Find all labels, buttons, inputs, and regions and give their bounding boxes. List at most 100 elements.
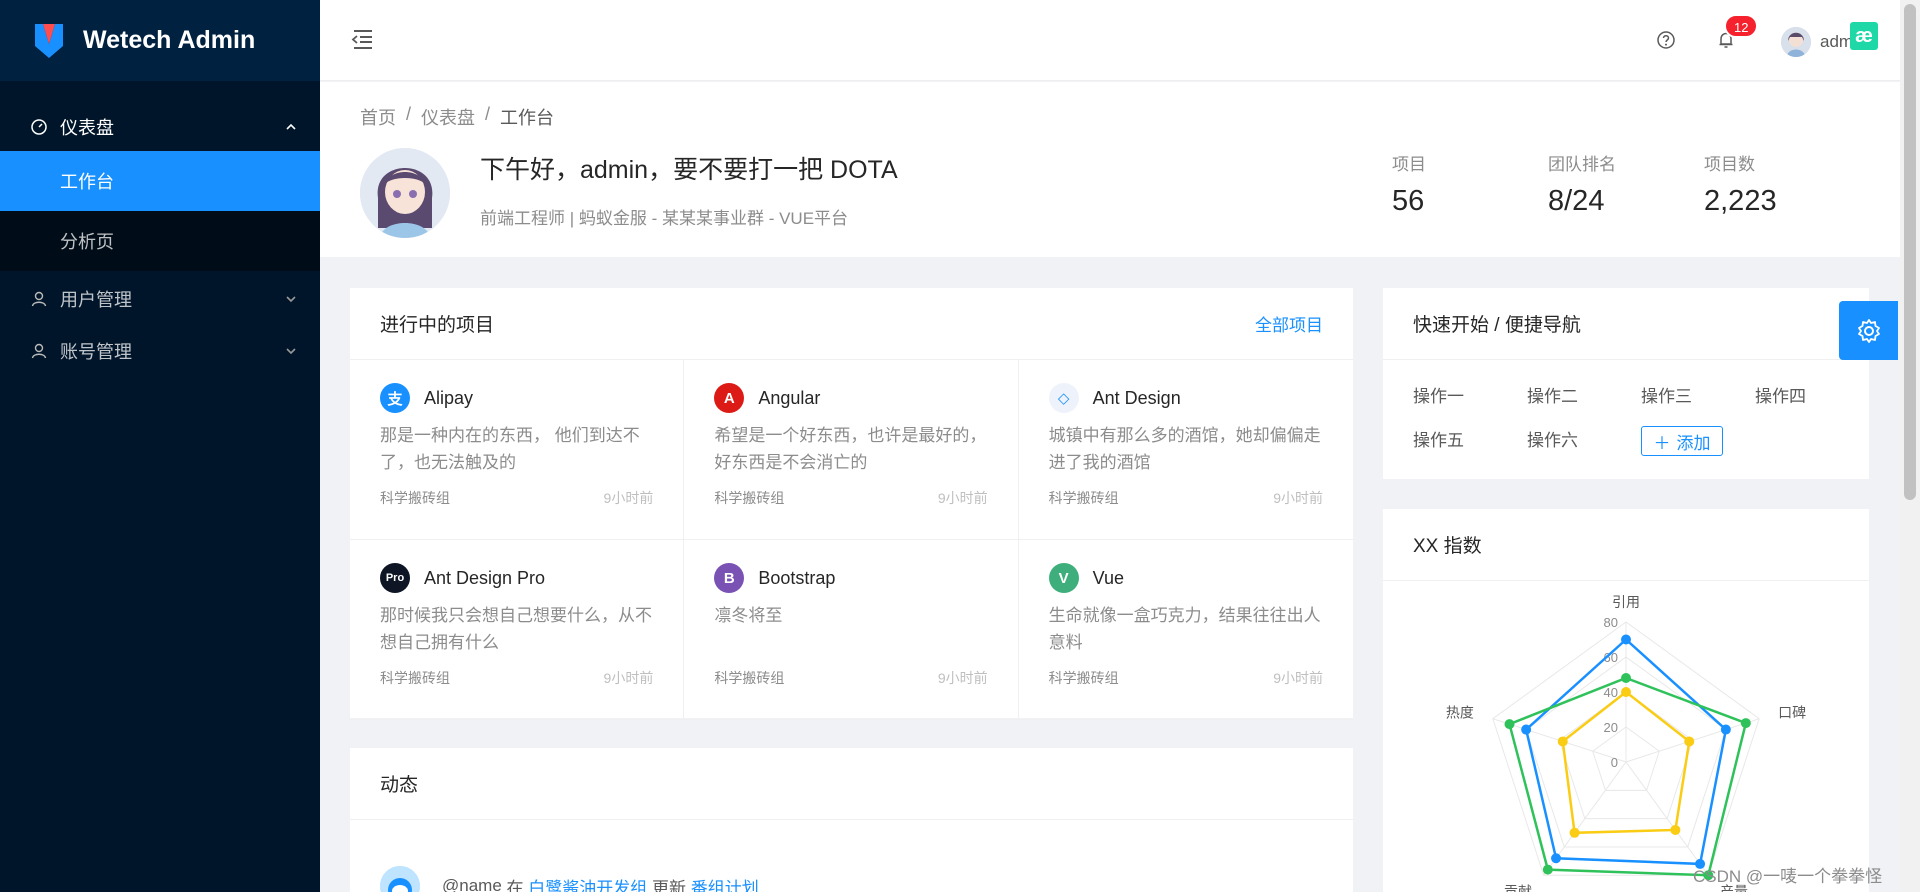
notification-badge: 12 bbox=[1724, 14, 1759, 38]
logo-icon bbox=[35, 23, 63, 58]
dynamic-target-link[interactable]: 番组计划 bbox=[691, 874, 759, 892]
logo[interactable]: Wetech Admin bbox=[0, 0, 320, 81]
project-time: 9小时前 bbox=[937, 670, 988, 686]
stat-projects: 项目 56 bbox=[1392, 150, 1426, 218]
radar-point bbox=[1542, 864, 1553, 875]
user-avatar[interactable] bbox=[1781, 27, 1811, 57]
dynamic-action: 更新 bbox=[652, 878, 686, 892]
project-group[interactable]: 科学搬砖组 bbox=[714, 488, 784, 508]
project-group[interactable]: 科学搬砖组 bbox=[380, 668, 450, 688]
watermark: CSDN @一唛一个拳拳怪 bbox=[1693, 867, 1883, 886]
dynamic-user: @name bbox=[442, 876, 502, 892]
profile-avatar bbox=[360, 148, 450, 238]
angular-icon: A bbox=[714, 383, 745, 413]
add-link-label: 添加 bbox=[1676, 433, 1711, 453]
menu-fold-icon[interactable] bbox=[350, 28, 374, 50]
add-link-button[interactable]: ＋ 添加 bbox=[1641, 426, 1723, 456]
settings-button[interactable] bbox=[1839, 301, 1898, 360]
dashboard-submenu: 工作台 分析页 bbox=[0, 151, 320, 271]
quick-link[interactable]: 操作二 bbox=[1527, 382, 1641, 412]
menu-users[interactable]: 用户管理 bbox=[0, 271, 320, 326]
dynamic-prefix: 在 bbox=[506, 878, 524, 892]
project-group[interactable]: 科学搬砖组 bbox=[714, 668, 784, 688]
breadcrumb-dashboard[interactable]: 仪表盘 bbox=[421, 104, 475, 130]
project-name: Angular bbox=[758, 387, 821, 408]
stat-team-rank: 团队排名 8/24 bbox=[1548, 150, 1616, 218]
project-item[interactable]: B Bootstrap 凛冬将至 科学搬砖组 9小时前 bbox=[684, 540, 1019, 720]
plus-icon: ＋ bbox=[1653, 433, 1671, 453]
project-group[interactable]: 科学搬砖组 bbox=[1049, 488, 1119, 508]
project-item[interactable]: ◇ Ant Design 城镇中有那么多的酒馆，她却偏偏走进了我的酒馆 科学搬砖… bbox=[1018, 360, 1353, 540]
stat-value: 8/24 bbox=[1548, 185, 1605, 217]
project-group[interactable]: 科学搬砖组 bbox=[1049, 668, 1119, 688]
radar-point bbox=[1684, 736, 1695, 747]
dynamic-entry: @name 在 白鹭酱油开发组 更新 番组计划 bbox=[350, 820, 1353, 892]
quick-link[interactable]: 操作一 bbox=[1413, 382, 1527, 412]
project-name: Bootstrap bbox=[758, 567, 836, 588]
chevron-down-icon bbox=[286, 295, 296, 302]
menu-accounts[interactable]: 账号管理 bbox=[0, 326, 320, 375]
project-group[interactable]: 科学搬砖组 bbox=[380, 488, 450, 508]
breadcrumb-home[interactable]: 首页 bbox=[360, 104, 396, 130]
radar-point bbox=[1521, 724, 1532, 735]
vue-icon: V bbox=[1048, 563, 1079, 593]
dynamics-card-header: 动态 bbox=[350, 748, 1353, 820]
dynamic-group-link[interactable]: 白鹭酱油开发组 bbox=[528, 874, 647, 892]
top-header: 12 admin æ bbox=[320, 0, 1900, 81]
radar-point bbox=[1569, 827, 1580, 838]
project-desc: 希望是一个好东西，也许是最好的，好东西是不会消亡的 bbox=[714, 426, 987, 472]
quick-link[interactable]: 操作四 bbox=[1755, 382, 1869, 412]
page-header: 首页 / 仪表盘 / 工作台 下午好，admin，要不要打一把 DOTA 前端工… bbox=[320, 82, 1900, 257]
bootstrap-icon: B bbox=[714, 563, 745, 593]
menu-dashboard[interactable]: 仪表盘 bbox=[0, 102, 320, 151]
quick-start-title: 快速开始 / 便捷导航 bbox=[1413, 315, 1581, 336]
all-projects-link[interactable]: 全部项目 bbox=[1255, 311, 1323, 336]
project-item[interactable]: V Vue 生命就像一盒巧克力，结果往往出人意料 科学搬砖组 9小时前 bbox=[1018, 540, 1353, 720]
project-item[interactable]: 支 Alipay 那是一种内在的东西， 他们到达不了，也无法触及的 科学搬砖组 9… bbox=[350, 360, 685, 540]
radar-point bbox=[1621, 634, 1631, 645]
radar-indicator-label: 口碑 bbox=[1778, 705, 1806, 721]
radar-point bbox=[1621, 673, 1631, 683]
quick-link[interactable]: 操作三 bbox=[1641, 382, 1755, 412]
project-name: Alipay bbox=[424, 387, 474, 408]
radar-point bbox=[1551, 853, 1562, 864]
stat-label: 项目 bbox=[1392, 155, 1426, 174]
user-icon bbox=[31, 343, 47, 358]
radar-point bbox=[1557, 736, 1568, 747]
chevron-down-icon bbox=[286, 347, 296, 354]
quick-link[interactable]: 操作五 bbox=[1413, 426, 1527, 456]
side-menu: 仪表盘 工作台 分析页 用户管理 账号管理 bbox=[0, 81, 320, 375]
index-card-title: XX 指数 bbox=[1413, 536, 1482, 557]
radar-indicator-label: 贡献 bbox=[1504, 883, 1532, 892]
project-name: Ant Design Pro bbox=[424, 567, 546, 588]
project-item[interactable]: A Angular 希望是一个好东西，也许是最好的，好东西是不会消亡的 科学搬砖… bbox=[684, 360, 1019, 540]
project-grid: 支 Alipay 那是一种内在的东西， 他们到达不了，也无法触及的 科学搬砖组 9… bbox=[350, 360, 1353, 720]
project-desc: 凛冬将至 bbox=[714, 606, 783, 625]
radar-indicator-label: 热度 bbox=[1446, 705, 1474, 721]
radar-chart: 806040200引用口碑产量贡献热度 bbox=[1446, 594, 1806, 892]
alipay-icon: 支 bbox=[380, 383, 410, 413]
menu-workbench[interactable]: 工作台 bbox=[0, 151, 320, 211]
menu-accounts-label: 账号管理 bbox=[60, 341, 132, 362]
project-time: 9小时前 bbox=[603, 490, 654, 506]
menu-users-label: 用户管理 bbox=[60, 289, 132, 310]
project-desc: 那时候我只会想自己想要什么，从不想自己拥有什么 bbox=[380, 606, 652, 652]
quick-link[interactable]: 操作六 bbox=[1527, 426, 1641, 456]
dashboard-icon bbox=[31, 118, 47, 135]
menu-analysis[interactable]: 分析页 bbox=[0, 211, 320, 271]
projects-card-header: 进行中的项目 全部项目 bbox=[350, 288, 1353, 360]
project-name: Ant Design bbox=[1092, 387, 1181, 408]
help-icon[interactable] bbox=[1656, 30, 1676, 50]
project-time: 9小时前 bbox=[1273, 490, 1323, 506]
menu-dashboard-label: 仪表盘 bbox=[60, 117, 114, 138]
greeting: 下午好，admin，要不要打一把 DOTA bbox=[480, 156, 898, 184]
project-item[interactable]: Pro Ant Design Pro 那时候我只会想自己想要什么，从不想自己拥有… bbox=[350, 540, 685, 720]
page-scrollbar[interactable] bbox=[1900, 0, 1920, 892]
extension-badge[interactable]: æ bbox=[1850, 22, 1878, 50]
project-desc: 城镇中有那么多的酒馆，她却偏偏走进了我的酒馆 bbox=[1048, 426, 1321, 472]
breadcrumb-separator: / bbox=[406, 104, 412, 124]
project-time: 9小时前 bbox=[603, 670, 654, 686]
stat-value: 56 bbox=[1392, 185, 1425, 217]
user-icon bbox=[31, 291, 47, 306]
scrollbar-thumb[interactable] bbox=[1904, 4, 1916, 500]
